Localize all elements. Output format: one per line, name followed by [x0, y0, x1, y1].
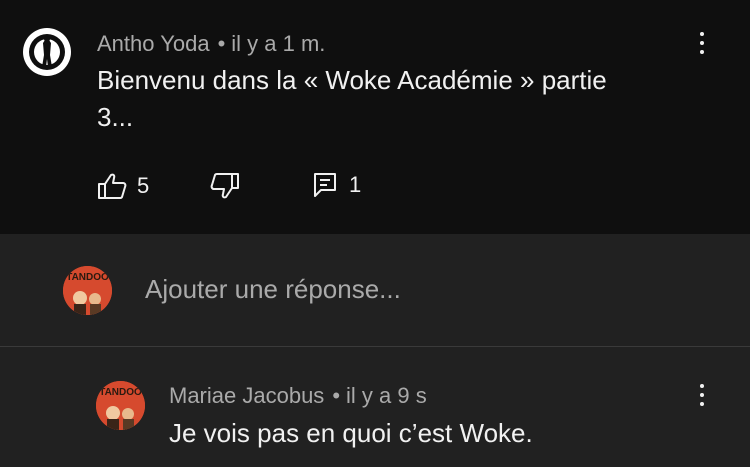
like-count: 5 — [137, 173, 150, 198]
comment-timestamp[interactable]: il y a 1 m. — [231, 31, 325, 56]
comment-author-avatar[interactable] — [22, 27, 72, 77]
comment-meta: Antho Yoda • il y a 1 m. — [97, 31, 325, 57]
dislike-button[interactable] — [210, 172, 240, 200]
avatar-image: TANDOO — [96, 381, 145, 430]
thumbs-down-icon — [210, 173, 239, 199]
avatar-logo-text: TANDOO — [99, 387, 142, 398]
comment-text-line: Bienvenu dans la « Woke Académie » parti… — [97, 65, 607, 95]
meta-separator: • — [217, 31, 226, 56]
add-reply-input[interactable]: Ajouter une réponse... — [145, 274, 401, 305]
comment-author-name[interactable]: Antho Yoda — [97, 31, 210, 56]
avatar-logo-text: TANDOO — [66, 272, 109, 283]
reply-timestamp[interactable]: il y a 9 s — [346, 383, 427, 408]
comment-icon — [314, 173, 336, 197]
reply-more-button[interactable] — [690, 381, 714, 411]
reply-author-name[interactable]: Mariae Jacobus — [169, 383, 324, 408]
reply-count: 1 — [349, 172, 362, 197]
comment-text: Bienvenu dans la « Woke Académie » parti… — [97, 62, 607, 136]
comment-more-button[interactable] — [690, 29, 714, 59]
reply-count-button[interactable]: 1 — [313, 172, 361, 198]
thumbs-up-icon — [98, 173, 127, 199]
meta-separator: • — [332, 383, 341, 408]
current-user-avatar: TANDOO — [63, 266, 112, 315]
reply-meta: Mariae Jacobus • il y a 9 s — [169, 383, 427, 409]
reply-author-avatar[interactable]: TANDOO — [96, 381, 145, 430]
avatar-image: TANDOO — [63, 266, 112, 315]
reply-text: Je vois pas en quoi c’est Woke. — [169, 418, 533, 448]
comment-text-line: 3... — [97, 102, 134, 132]
like-button[interactable]: 5 — [97, 172, 149, 200]
